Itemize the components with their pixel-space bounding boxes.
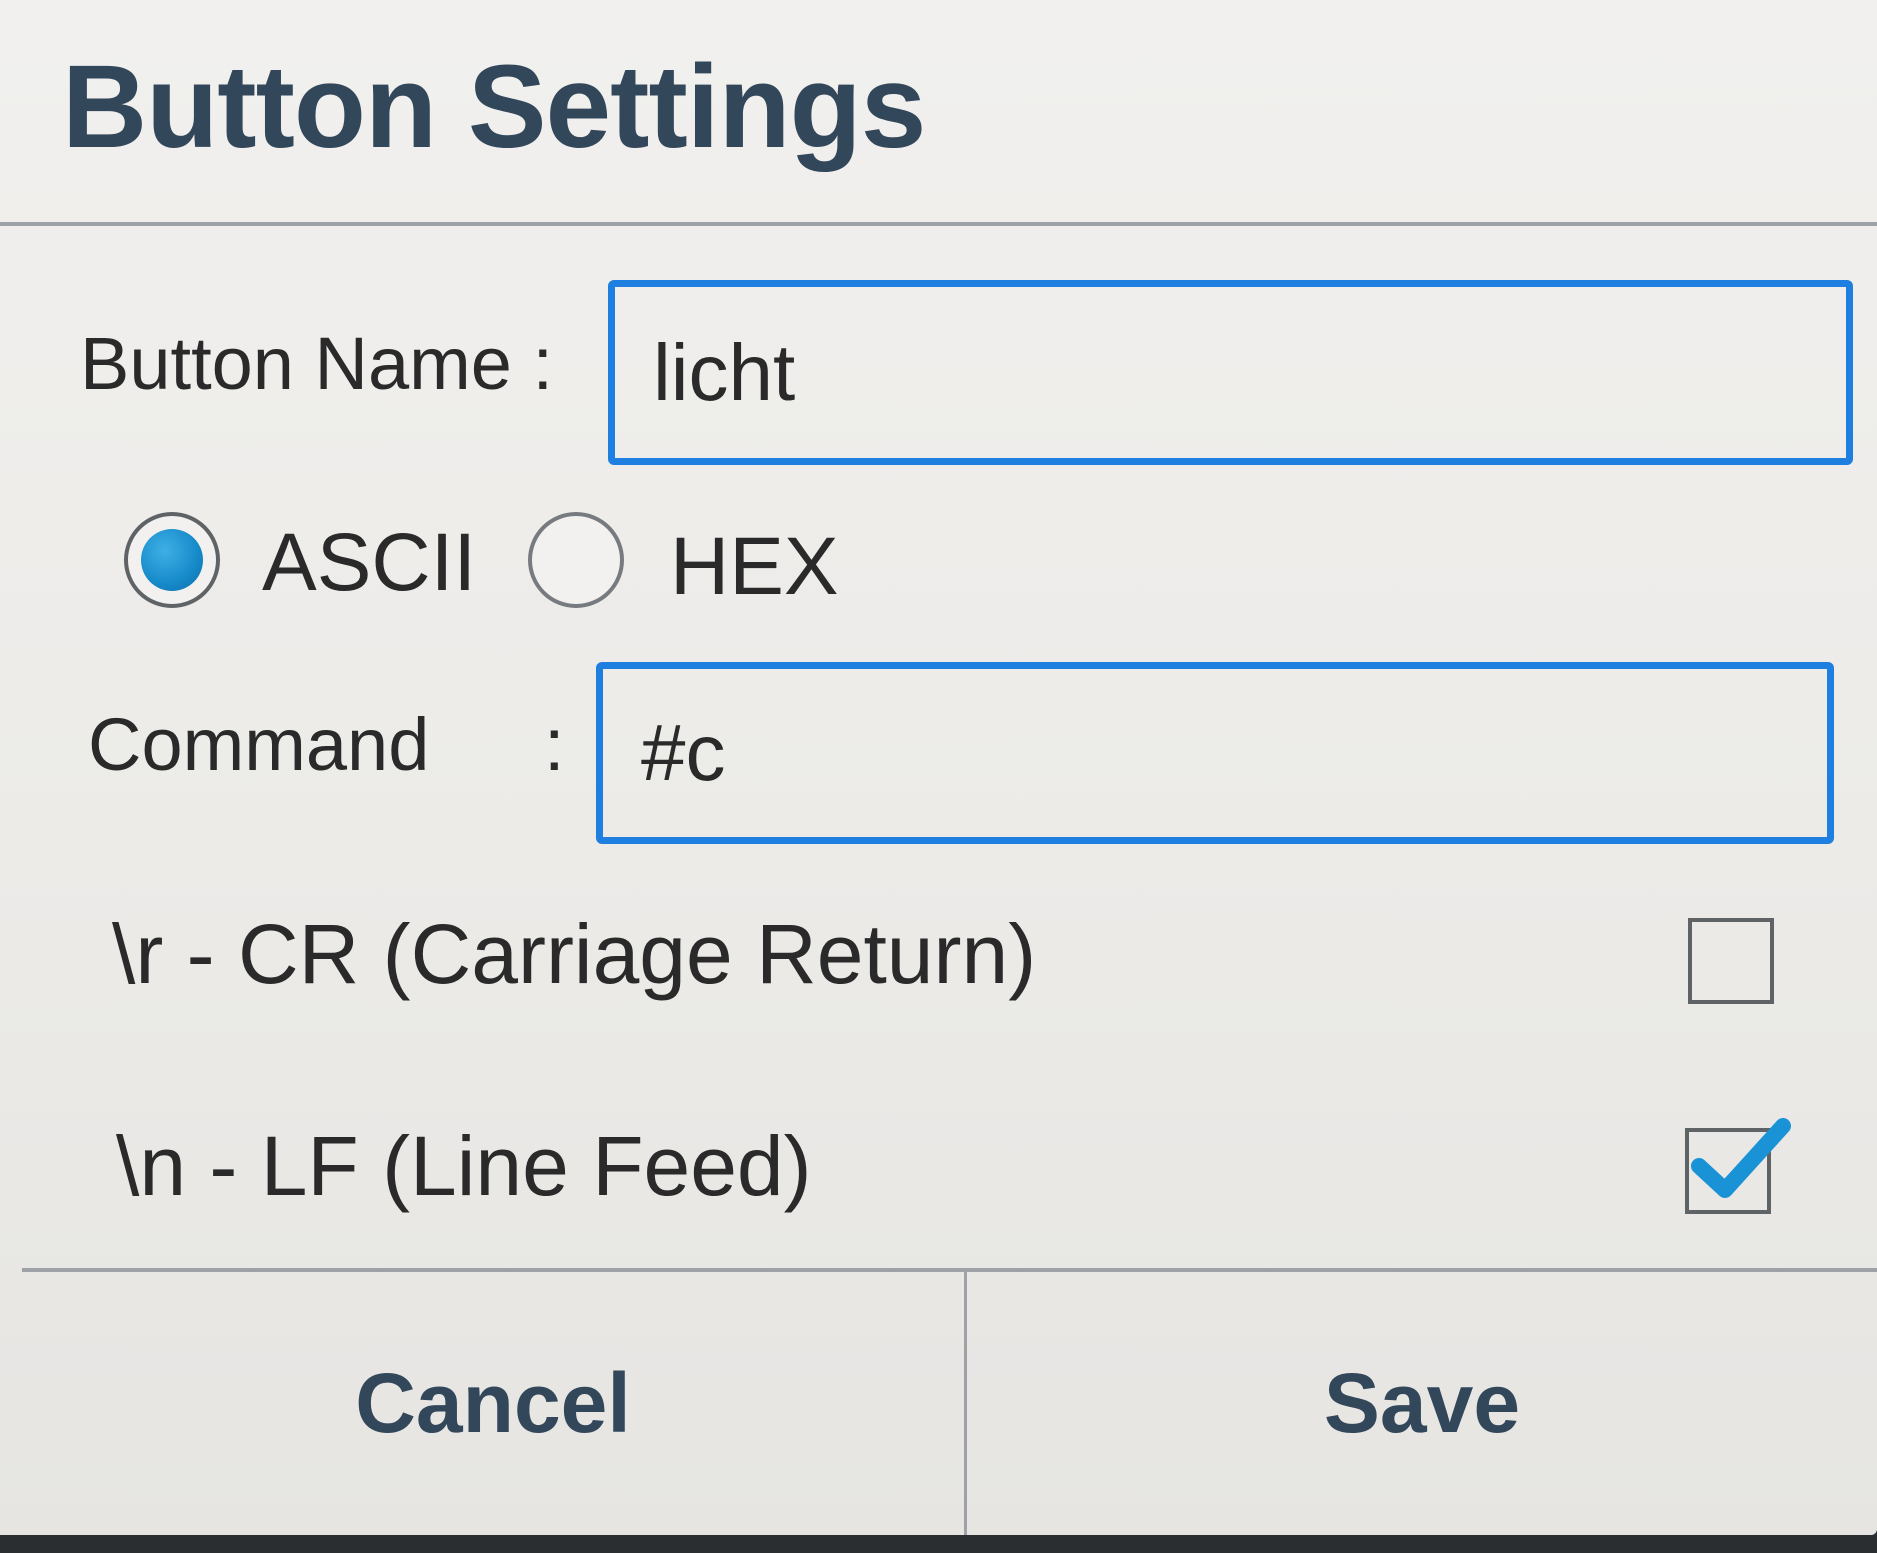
- cancel-button[interactable]: Cancel: [22, 1272, 964, 1535]
- button-name-label: Button Name :: [80, 322, 554, 405]
- command-colon: :: [544, 703, 565, 786]
- command-field[interactable]: #c: [596, 662, 1834, 844]
- button-name-value: licht: [653, 327, 796, 417]
- lf-checkbox[interactable]: [1685, 1118, 1791, 1214]
- command-value: #c: [641, 708, 726, 797]
- cr-option-label: \r - CR (Carriage Return): [112, 907, 1037, 1001]
- checkmark-icon: [1691, 1118, 1791, 1198]
- hex-radio[interactable]: [528, 512, 624, 608]
- save-button[interactable]: Save: [967, 1272, 1877, 1535]
- radio-selected-dot: [141, 529, 203, 591]
- lf-option-label: \n - LF (Line Feed): [116, 1119, 812, 1213]
- hex-radio-label[interactable]: HEX: [670, 526, 839, 608]
- title-divider: [0, 222, 1877, 226]
- cr-checkbox[interactable]: [1688, 918, 1774, 1004]
- button-settings-dialog: Button Settings Button Name : licht ASCI…: [0, 0, 1877, 1535]
- button-name-field[interactable]: licht: [608, 280, 1853, 465]
- command-label: Command: [88, 703, 430, 786]
- ascii-radio-label[interactable]: ASCII: [262, 522, 476, 604]
- ascii-radio[interactable]: [124, 512, 220, 608]
- dialog-title: Button Settings: [62, 41, 926, 173]
